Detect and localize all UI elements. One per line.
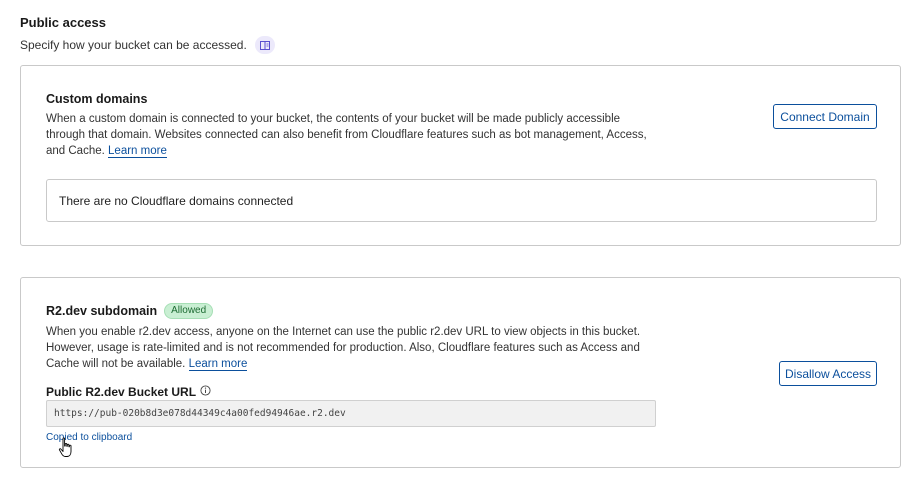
r2dev-title-text: R2.dev subdomain xyxy=(46,304,158,318)
bucket-url-label-text: Public R2.dev Bucket URL xyxy=(46,385,197,399)
custom-domains-card: Custom domains When a custom domain is c… xyxy=(20,65,901,246)
custom-domains-learn-more-link[interactable]: Learn more xyxy=(108,145,167,158)
page-subtitle: Specify how your bucket can be accessed. xyxy=(20,38,247,52)
disallow-access-button[interactable]: Disallow Access xyxy=(779,361,877,386)
bucket-url-label: Public R2.dev Bucket URL xyxy=(46,385,211,399)
info-icon[interactable] xyxy=(200,385,211,399)
bucket-url-field[interactable]: https://pub-020b8d3e078d44349c4a00fed949… xyxy=(46,400,656,427)
domains-empty-message: There are no Cloudflare domains connecte… xyxy=(59,193,294,208)
domains-empty-state: There are no Cloudflare domains connecte… xyxy=(46,179,877,222)
custom-domains-title: Custom domains xyxy=(46,92,147,106)
page-title: Public access xyxy=(20,15,106,30)
r2dev-description: When you enable r2.dev access, anyone on… xyxy=(46,324,656,372)
r2dev-subdomain-card: R2.dev subdomain Allowed When you enable… xyxy=(20,277,901,468)
page-subtitle-row: Specify how your bucket can be accessed. xyxy=(20,36,275,54)
custom-domains-description: When a custom domain is connected to you… xyxy=(46,111,656,159)
connect-domain-button[interactable]: Connect Domain xyxy=(773,104,877,129)
r2dev-learn-more-link[interactable]: Learn more xyxy=(188,358,248,371)
bucket-url-value: https://pub-020b8d3e078d44349c4a00fed949… xyxy=(54,408,346,419)
status-badge: Allowed xyxy=(164,303,214,319)
r2dev-description-text: When you enable r2.dev access, anyone on… xyxy=(46,326,641,370)
custom-domains-title-text: Custom domains xyxy=(46,92,148,106)
book-icon[interactable] xyxy=(254,36,275,54)
r2dev-title: R2.dev subdomain Allowed xyxy=(46,303,214,319)
hand-pointer-cursor-icon xyxy=(58,437,74,462)
